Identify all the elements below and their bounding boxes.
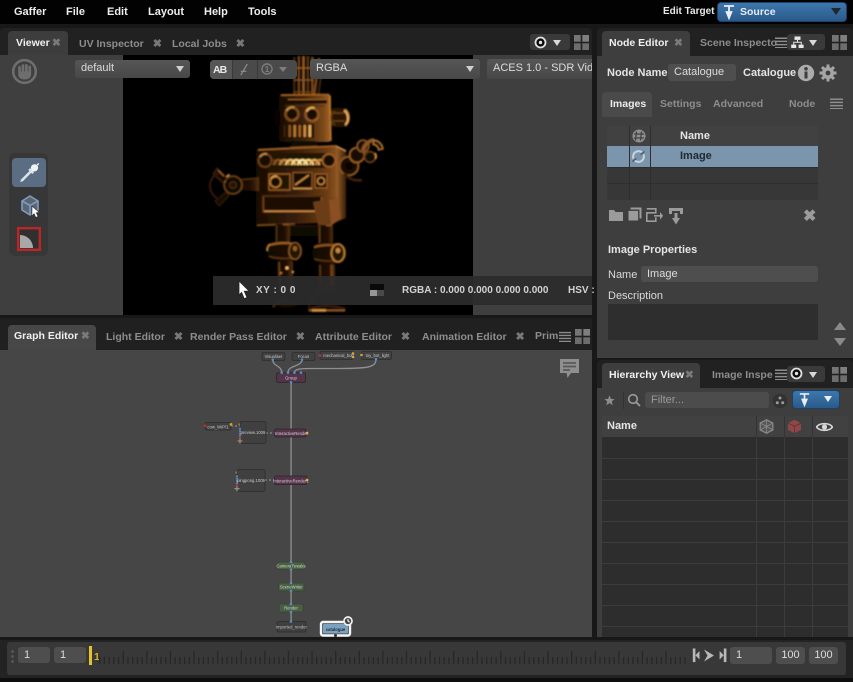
- svg-text:mechanical_bott: mechanical_bott: [323, 353, 354, 358]
- svg-text:Group: Group: [285, 376, 297, 381]
- svg-text:InteractiveRender: InteractiveRender: [275, 431, 309, 436]
- svg-text:catalogue: catalogue: [326, 627, 346, 632]
- svg-text:InteractiveRender1: InteractiveRender1: [273, 478, 309, 483]
- svg-text:cow_WIP/1: cow_WIP/1: [207, 424, 229, 429]
- svg-text:Visualiser: Visualiser: [264, 354, 283, 359]
- svg-text:pingpong.1009: pingpong.1009: [237, 478, 265, 483]
- svg-text:toy_bot_light: toy_bot_light: [366, 353, 391, 358]
- svg-text:Focus: Focus: [298, 354, 309, 359]
- svg-text:CameraTweaks: CameraTweaks: [276, 563, 305, 568]
- svg-text:preview.1009: preview.1009: [241, 430, 266, 435]
- svg-text:SceneWriter: SceneWriter: [280, 585, 304, 590]
- svg-text:Render: Render: [284, 606, 298, 611]
- svg-text:1: 1: [265, 65, 270, 74]
- svg-text:imported_render: imported_render: [276, 625, 307, 630]
